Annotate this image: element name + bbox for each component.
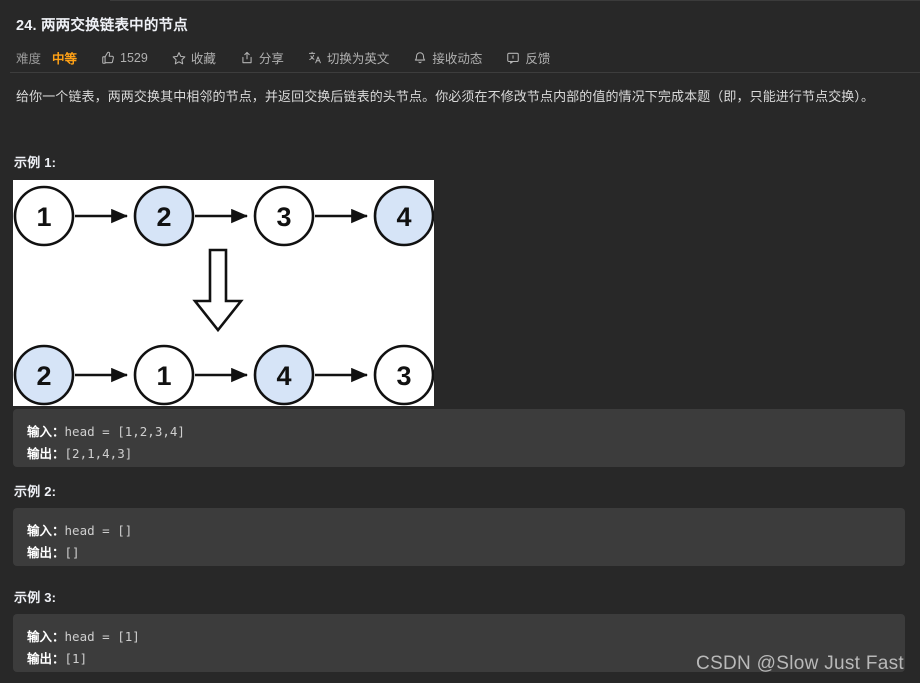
input-label: 输入： xyxy=(27,630,65,644)
example-1-input-line: 输入：head = [1,2,3,4] xyxy=(27,421,891,443)
svg-text:3: 3 xyxy=(396,361,411,391)
linked-list-swap-diagram: 1 2 3 4 2 1 4 3 xyxy=(13,180,434,406)
subscribe-button[interactable]: 接收动态 xyxy=(413,48,482,67)
svg-text:1: 1 xyxy=(36,202,51,232)
output-value: [2,1,4,3] xyxy=(64,446,133,461)
bell-icon xyxy=(413,51,427,65)
example-1-label: 示例 1: xyxy=(14,155,57,170)
page-title: 24. 两两交换链表中的节点 xyxy=(16,18,188,34)
favorite-button[interactable]: 收藏 xyxy=(172,48,216,67)
problem-meta-row: 难度 中等 1529 收藏 分享 切换为英文 接收动态 反馈 xyxy=(16,48,904,67)
svg-text:1: 1 xyxy=(156,361,171,391)
svg-text:4: 4 xyxy=(276,361,291,391)
input-value: head = [1,2,3,4] xyxy=(64,424,185,439)
problem-page: 24. 两两交换链表中的节点 难度 中等 1529 收藏 分享 切换为英文 接收… xyxy=(0,0,920,683)
problem-header: 24. 两两交换链表中的节点 难度 中等 1529 收藏 分享 切换为英文 接收… xyxy=(0,0,920,67)
thumbs-up-icon xyxy=(101,51,115,65)
translate-button[interactable]: 切换为英文 xyxy=(308,48,390,67)
svg-text:4: 4 xyxy=(396,202,411,232)
problem-description: 给你一个链表，两两交换其中相邻的节点，并返回交换后链表的头节点。你必须在不修改节… xyxy=(16,89,875,104)
difficulty-value: 中等 xyxy=(52,52,78,66)
example-2-output-line: 输出：[] xyxy=(27,542,891,564)
share-button[interactable]: 分享 xyxy=(240,48,284,67)
output-label: 输出： xyxy=(27,546,65,560)
svg-text:2: 2 xyxy=(36,361,51,391)
example-1-codeblock: 输入：head = [1,2,3,4] 输出：[2,1,4,3] xyxy=(13,409,905,467)
feedback-button[interactable]: 反馈 xyxy=(506,48,550,67)
translate-label: 切换为英文 xyxy=(326,52,390,66)
example-3-label: 示例 3: xyxy=(14,590,57,605)
favorite-label: 收藏 xyxy=(190,52,216,66)
feedback-label: 反馈 xyxy=(525,52,551,66)
example-1-output-line: 输出：[2,1,4,3] xyxy=(27,443,891,465)
translate-icon xyxy=(308,51,322,65)
like-count: 1529 xyxy=(120,50,148,65)
subscribe-label: 接收动态 xyxy=(432,52,483,66)
input-value: head = [1] xyxy=(64,629,140,644)
feedback-icon xyxy=(506,51,520,65)
top-divider xyxy=(0,0,920,2)
watermark: CSDN @Slow Just Fast xyxy=(696,653,904,674)
input-value: head = [] xyxy=(64,523,133,538)
input-label: 输入： xyxy=(27,425,65,439)
star-icon xyxy=(172,51,186,65)
example-2-label: 示例 2: xyxy=(14,484,57,499)
example-2-codeblock: 输入：head = [] 输出：[] xyxy=(13,508,905,566)
output-value: [1] xyxy=(64,651,88,666)
svg-text:2: 2 xyxy=(156,202,171,232)
svg-text:3: 3 xyxy=(276,202,291,232)
output-label: 输出： xyxy=(27,447,65,461)
difficulty-badge: 难度 中等 xyxy=(16,48,77,67)
example-3-input-line: 输入：head = [1] xyxy=(27,626,891,648)
share-label: 分享 xyxy=(258,52,284,66)
like-button[interactable]: 1529 xyxy=(101,51,148,65)
example-2-input-line: 输入：head = [] xyxy=(27,520,891,542)
header-divider xyxy=(10,72,920,73)
share-icon xyxy=(240,51,254,65)
output-value: [] xyxy=(64,545,80,560)
input-label: 输入： xyxy=(27,524,65,538)
difficulty-label: 难度 xyxy=(16,52,42,66)
output-label: 输出： xyxy=(27,652,65,666)
